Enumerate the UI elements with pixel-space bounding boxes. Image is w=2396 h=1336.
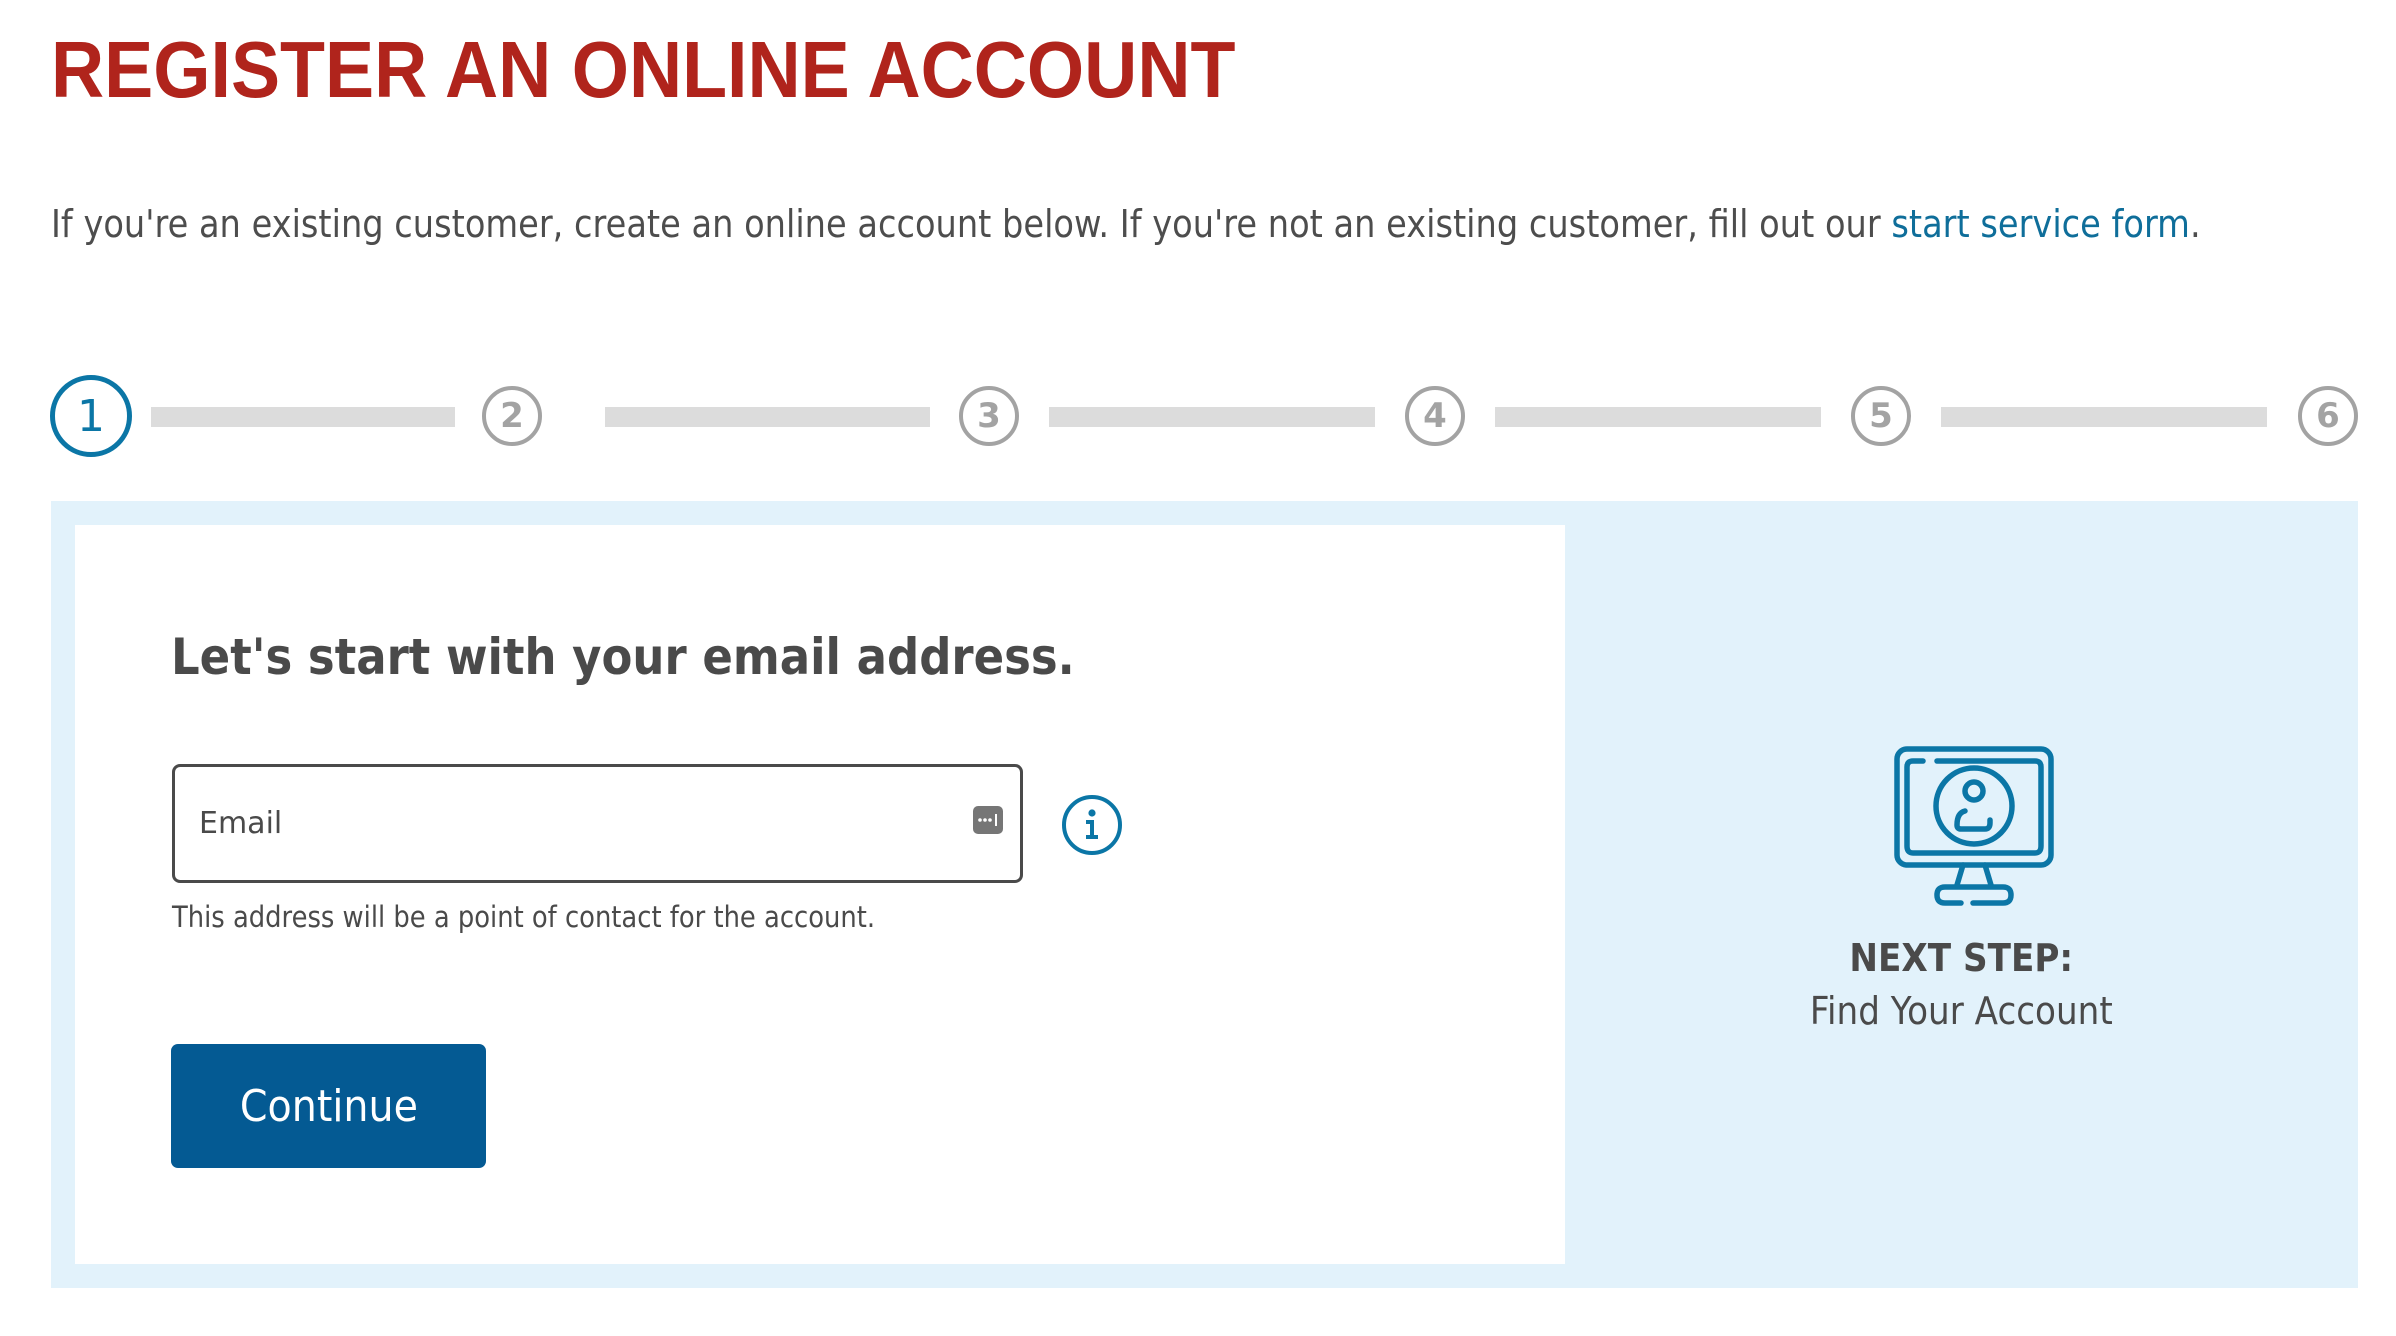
step-connector-5 [1941, 407, 2267, 427]
step-6-label: 6 [2316, 396, 2340, 436]
form-heading: Let's start with your email address. [171, 628, 1075, 686]
next-step-value: Find Your Account [1565, 985, 2358, 1037]
step-4: 4 [1405, 386, 1465, 446]
step-1-label: 1 [77, 390, 105, 442]
info-icon[interactable] [1062, 795, 1122, 855]
next-step-value-text: Find Your Account [1810, 989, 2113, 1033]
step-3-label: 3 [977, 396, 1001, 436]
intro-text-suffix: . [2189, 202, 2201, 246]
step-connector-2 [605, 407, 930, 427]
intro-text: If you're an existing customer, create a… [51, 196, 2201, 252]
next-step-label-text: NEXT STEP: [1849, 936, 2074, 980]
monitor-user-icon [1894, 746, 2054, 906]
email-form-card: Let's start with your email address. Thi… [75, 525, 1565, 1264]
next-step-label: NEXT STEP: [1565, 933, 2358, 983]
continue-button-label: Continue [239, 1080, 418, 1132]
step-connector-1 [151, 407, 455, 427]
step-1: 1 [50, 375, 132, 457]
registration-panel: Let's start with your email address. Thi… [51, 501, 2358, 1288]
step-2-label: 2 [500, 396, 524, 436]
continue-button[interactable]: Continue [171, 1044, 486, 1168]
step-3: 3 [959, 386, 1019, 446]
step-5-label: 5 [1869, 396, 1893, 436]
start-service-form-link[interactable]: start service form [1891, 202, 2190, 246]
step-connector-4 [1495, 407, 1821, 427]
step-4-label: 4 [1423, 396, 1447, 436]
step-6: 6 [2298, 386, 2358, 446]
next-step-section: NEXT STEP: Find Your Account [1565, 501, 2358, 1288]
email-helper-text: This address will be a point of contact … [172, 900, 876, 934]
step-connector-3 [1049, 407, 1375, 427]
step-2: 2 [482, 386, 542, 446]
page-title: REGISTER AN ONLINE ACCOUNT [51, 25, 1236, 114]
password-manager-icon[interactable] [973, 806, 1003, 834]
step-5: 5 [1851, 386, 1911, 446]
email-field [172, 764, 1023, 883]
intro-text-body: If you're an existing customer, create a… [51, 202, 1892, 246]
email-input[interactable] [175, 767, 1020, 880]
